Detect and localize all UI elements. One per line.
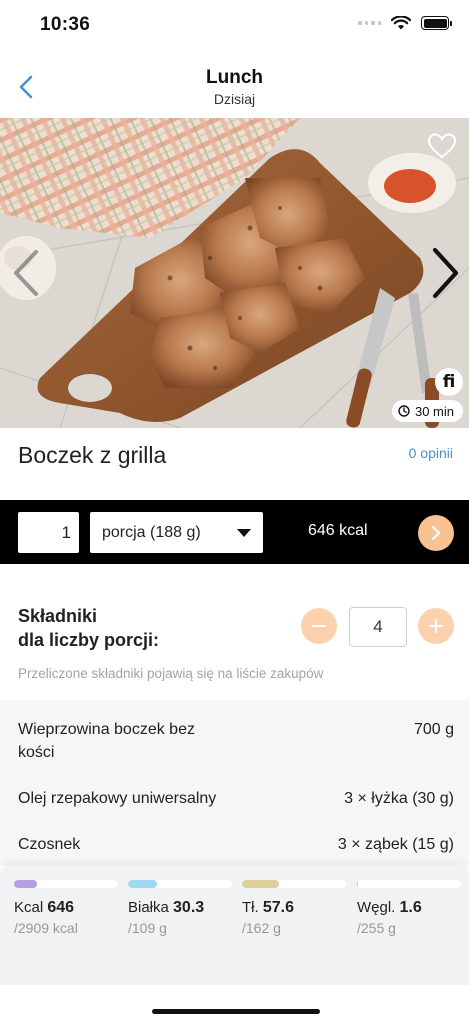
nutrient-progress-bar	[128, 880, 232, 888]
reviews-link[interactable]: 0 opinii	[409, 445, 453, 461]
ingredient-row: Wieprzowina boczek bez kości 700 g	[0, 718, 469, 766]
nutrient-target: /109 g	[128, 920, 167, 936]
nutrient-carbs: Węgl. 1.6 /255 g	[357, 880, 461, 936]
portion-quantity-input[interactable]: 1	[18, 512, 79, 553]
ingredients-header: Składniki dla liczby porcji: 4 Przeliczo…	[0, 564, 469, 700]
nutrient-fat: Tł. 57.6 /162 g	[242, 880, 346, 936]
recipe-title: Boczek z grilla	[18, 442, 167, 468]
nutrition-summary: Kcal 646 /2909 kcal Białka 30.3 /109 g T…	[0, 865, 469, 985]
ingredient-amount: 700 g	[413, 721, 454, 738]
prep-time-badge: 30 min	[391, 400, 463, 422]
status-bar: 10:36	[0, 0, 469, 52]
ingredient-amount: 3 × łyżka (30 g)	[344, 790, 454, 807]
ingredient-name: Czosnek	[18, 836, 81, 853]
nutrient-value: Węgl. 1.6	[357, 899, 422, 916]
portion-unit-label: porcja (188 g)	[102, 524, 201, 541]
minus-icon	[312, 625, 326, 627]
ingredient-name-line1: Wieprzowina boczek bez	[18, 721, 195, 738]
nutrient-target: /255 g	[357, 920, 396, 936]
add-to-diary-button[interactable]	[418, 515, 454, 551]
portion-kcal: 646 kcal	[308, 522, 368, 539]
ingredient-name: Olej rzepakowy uniwersalny	[18, 790, 217, 807]
ingredients-title-line1: Składniki	[18, 606, 98, 626]
heart-icon[interactable]	[427, 132, 457, 160]
arrow-right-icon	[431, 525, 441, 541]
home-indicator	[152, 1009, 320, 1014]
battery-icon	[421, 16, 452, 30]
page-title: Lunch	[206, 67, 263, 88]
nutrient-progress-bar	[14, 880, 118, 888]
clock-icon	[398, 405, 410, 417]
nutrient-progress-bar	[357, 880, 461, 888]
nav-bar: Lunch Dzisiaj	[0, 52, 469, 118]
nutrient-value: Kcal 646	[14, 899, 75, 916]
status-time: 10:36	[40, 14, 91, 35]
ingredient-amount: 3 × ząbek (15 g)	[337, 836, 454, 853]
nutrient-protein: Białka 30.3 /109 g	[128, 880, 232, 936]
nutrient-value: Tł. 57.6	[242, 899, 294, 916]
ingredients-title-line2: dla liczby porcji:	[18, 630, 160, 650]
prep-time-label: 30 min	[414, 403, 454, 419]
ingredient-list: Wieprzowina boczek bez kości 700 g Olej …	[0, 700, 469, 865]
bottom-safe-area	[0, 985, 469, 1024]
ingredient-row: Olej rzepakowy uniwersalny 3 × łyżka (30…	[0, 787, 469, 811]
fitatu-logo: fi	[435, 368, 463, 396]
ingredients-title: Składniki dla liczby porcji:	[18, 604, 159, 652]
nutrient-value: Białka 30.3	[128, 899, 205, 916]
servings-input[interactable]: 4	[349, 607, 407, 647]
plus-icon	[429, 619, 443, 633]
nutrient-target: /2909 kcal	[14, 920, 78, 936]
caret-down-icon	[237, 529, 251, 537]
chevron-left-icon[interactable]	[10, 248, 42, 298]
ingredient-row: Czosnek 3 × ząbek (15 g)	[0, 833, 469, 857]
status-icons	[358, 16, 452, 30]
increase-servings-button[interactable]	[418, 608, 454, 644]
wifi-icon	[391, 16, 411, 30]
ingredient-name-line2: kości	[18, 744, 55, 761]
ingredients-hint: Przeliczone składniki pojawią się na liś…	[18, 666, 324, 681]
ingredient-name: Wieprzowina boczek bez kości	[18, 718, 195, 764]
chevron-right-icon[interactable]	[429, 246, 461, 300]
decrease-servings-button[interactable]	[301, 608, 337, 644]
page-subtitle: Dzisiaj	[213, 91, 256, 107]
portion-unit-select[interactable]: porcja (188 g)	[90, 512, 263, 553]
recipe-photo: fi 30 min	[0, 118, 469, 428]
recipe-title-row: Boczek z grilla 0 opinii	[0, 428, 469, 500]
portion-bar: 1 porcja (188 g) 646 kcal	[0, 500, 469, 564]
signal-icon	[358, 21, 381, 25]
nutrient-progress-bar	[242, 880, 346, 888]
nutrient-kcal: Kcal 646 /2909 kcal	[14, 880, 118, 936]
nutrient-target: /162 g	[242, 920, 281, 936]
food-image	[0, 118, 469, 428]
